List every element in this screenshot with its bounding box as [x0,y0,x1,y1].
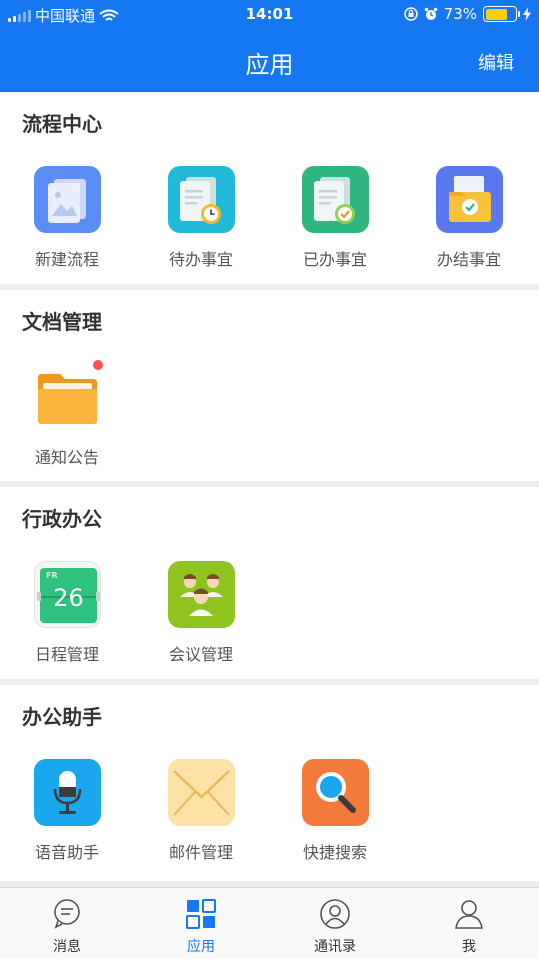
apps-icon [186,899,216,929]
notification-badge [91,358,105,372]
mail-icon [168,759,235,826]
completed-matters-icon [436,166,503,233]
battery-percent: 73% [443,5,477,23]
tab-label: 应用 [187,939,215,955]
app-done-tasks[interactable]: 已办事宜 [268,92,402,269]
folder-icon [34,358,105,431]
rotation-lock-icon [403,7,418,21]
new-process-icon [34,166,101,233]
tab-contacts[interactable]: 通讯录 [268,888,402,959]
battery-icon [483,6,520,22]
calendar-icon: FR 26 [34,561,101,628]
app-list: 流程中心 新建流程 待办事宜 已办事宜 办结事宜 文档管理 通知公告 行政办公 … [0,92,539,887]
tab-label: 通讯录 [314,939,356,955]
app-label: 邮件管理 [168,843,233,862]
app-label: 日程管理 [34,645,99,664]
profile-icon [455,900,483,929]
app-label: 办结事宜 [436,250,501,269]
app-meeting-management[interactable]: 会议管理 [134,487,268,664]
app-voice-assistant[interactable]: 语音助手 [0,685,134,862]
app-label: 已办事宜 [302,250,367,269]
app-label: 通知公告 [34,448,99,467]
app-new-process[interactable]: 新建流程 [0,92,134,269]
tab-apps[interactable]: 应用 [134,888,268,959]
done-tasks-icon [302,166,369,233]
app-label: 快捷搜索 [302,843,367,862]
message-icon [54,899,80,929]
tab-me[interactable]: 我 [402,888,536,959]
edit-button[interactable]: 编辑 [478,49,514,75]
app-label: 待办事宜 [168,250,233,269]
section-process-center: 流程中心 新建流程 待办事宜 已办事宜 办结事宜 [0,92,539,284]
app-label: 会议管理 [168,645,233,664]
app-pending-tasks[interactable]: 待办事宜 [134,92,268,269]
charging-icon [523,7,531,21]
app-notice-announcement[interactable]: 通知公告 [0,290,134,467]
app-label: 新建流程 [34,250,99,269]
alarm-icon [424,7,437,20]
tab-label: 我 [462,939,476,955]
tab-messages[interactable]: 消息 [0,888,134,959]
section-document-management: 文档管理 通知公告 [0,290,539,481]
contacts-icon [320,899,350,929]
microphone-icon [34,759,101,826]
search-icon [302,759,369,826]
app-schedule-management[interactable]: FR 26 日程管理 [0,487,134,664]
section-administration: 行政办公 FR 26 日程管理 会议管理 [0,487,539,679]
app-completed-matters[interactable]: 办结事宜 [402,92,536,269]
calendar-day-text: FR [46,571,58,580]
app-header: 中国联通 14:01 73% 应用 编辑 [0,0,539,92]
meeting-icon [168,561,235,628]
page-title: 应用 [245,51,294,79]
app-mail-management[interactable]: 邮件管理 [134,685,268,862]
app-label: 语音助手 [34,843,99,862]
tab-label: 消息 [53,939,81,955]
calendar-date-text: 26 [53,584,84,612]
section-office-assistant: 办公助手 语音助手 邮件管理 快捷搜索 [0,685,539,881]
status-bar: 中国联通 14:01 73% [0,0,539,30]
pending-tasks-icon [168,166,235,233]
app-quick-search[interactable]: 快捷搜索 [268,685,402,862]
tab-bar: 消息 应用 通讯录 我 [0,887,539,959]
